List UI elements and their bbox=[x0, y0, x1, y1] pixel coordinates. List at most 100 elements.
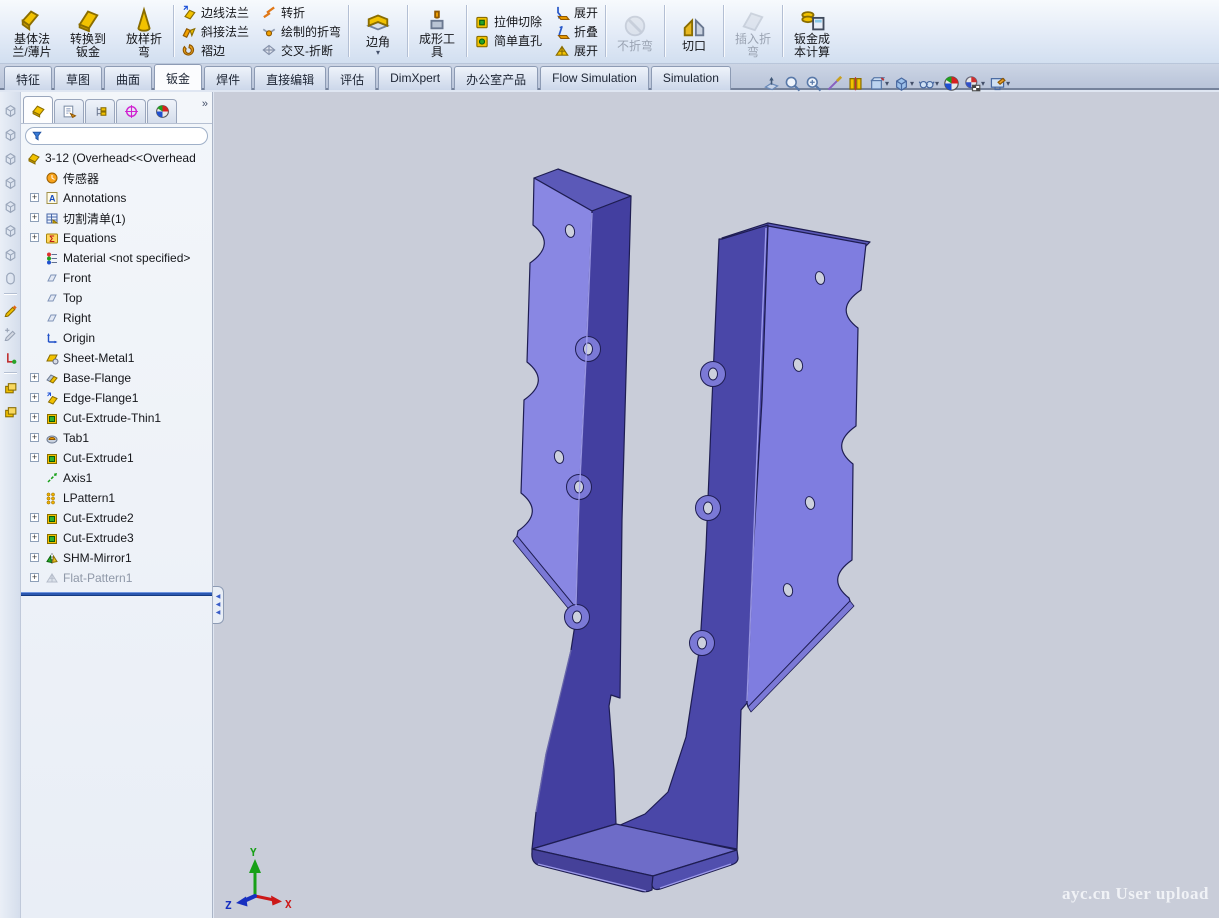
left-toolbar-button-14[interactable] bbox=[3, 400, 18, 424]
tab-sketch[interactable]: 草图 bbox=[54, 66, 102, 90]
left-toolbar-button-9[interactable] bbox=[3, 297, 18, 321]
tree-expand-icon[interactable]: + bbox=[30, 513, 39, 522]
tab-sheet-metal[interactable]: 钣金 bbox=[154, 64, 202, 90]
tree-expand-icon[interactable]: + bbox=[30, 393, 39, 402]
headsup-display-style-button[interactable]: ▾ bbox=[892, 74, 915, 93]
tree-item-top-plane[interactable]: Top bbox=[21, 288, 212, 308]
tree-item-cut-extrude3[interactable]: +Cut-Extrude3 bbox=[21, 528, 212, 548]
ribbon-button-convert-to-sheetmetal[interactable]: 转换到 钣金 bbox=[62, 3, 114, 59]
left-toolbar-button-6[interactable] bbox=[3, 242, 18, 266]
ribbon-button-forming-tool[interactable]: 成形工 具 bbox=[411, 3, 463, 59]
ribbon-button-cross-break[interactable]: 交叉-折断 bbox=[257, 41, 345, 60]
left-toolbar-button-2[interactable] bbox=[3, 146, 18, 170]
tree-item-root[interactable]: 3-12 (Overhead<<Overhead bbox=[21, 148, 212, 168]
tree-expand-icon[interactable]: + bbox=[30, 453, 39, 462]
panel-tab-displaymanager[interactable] bbox=[147, 99, 177, 123]
headsup-zoom-to-fit-button[interactable] bbox=[762, 74, 781, 93]
dropdown-arrow-icon[interactable]: ▾ bbox=[1006, 80, 1010, 87]
headsup-section-view-button[interactable] bbox=[846, 74, 865, 93]
dropdown-arrow-icon[interactable]: ▾ bbox=[981, 80, 985, 87]
tree-item-lpattern1[interactable]: LPattern1 bbox=[21, 488, 212, 508]
ribbon-button-no-bends[interactable]: 不折弯 bbox=[609, 10, 661, 53]
panel-more-button[interactable]: » bbox=[202, 98, 208, 110]
tree-item-origin[interactable]: Origin bbox=[21, 328, 212, 348]
left-toolbar-button-3[interactable] bbox=[3, 170, 18, 194]
ribbon-button-miter-flange[interactable]: 斜接法兰 bbox=[177, 22, 253, 41]
left-toolbar-button-5[interactable] bbox=[3, 218, 18, 242]
tab-simulation[interactable]: Simulation bbox=[651, 66, 731, 90]
headsup-view-settings-button[interactable]: ▾ bbox=[988, 74, 1011, 93]
tree-item-cut-extrude1[interactable]: +Cut-Extrude1 bbox=[21, 448, 212, 468]
tab-evaluate[interactable]: 评估 bbox=[328, 66, 376, 90]
panel-tab-featuremanager[interactable] bbox=[23, 96, 53, 123]
tree-expand-icon[interactable]: + bbox=[30, 413, 39, 422]
ribbon-button-fold[interactable]: 折叠 bbox=[550, 22, 602, 41]
headsup-previous-view-button[interactable] bbox=[804, 74, 823, 93]
dropdown-arrow-icon[interactable]: ▾ bbox=[376, 49, 380, 56]
tree-expand-icon[interactable]: + bbox=[30, 533, 39, 542]
tree-expand-icon[interactable]: + bbox=[30, 573, 39, 582]
tree-item-cut-list[interactable]: +切割清单(1) bbox=[21, 208, 212, 228]
tree-item-cut-extrude2[interactable]: +Cut-Extrude2 bbox=[21, 508, 212, 528]
ribbon-button-jog[interactable]: 转折 bbox=[257, 3, 345, 22]
left-toolbar-button-1[interactable] bbox=[3, 122, 18, 146]
tab-surfaces[interactable]: 曲面 bbox=[104, 66, 152, 90]
tree-item-sensors[interactable]: 传感器 bbox=[21, 168, 212, 188]
dropdown-arrow-icon[interactable]: ▾ bbox=[935, 80, 939, 87]
headsup-apply-scene-button[interactable]: ▾ bbox=[963, 74, 986, 93]
tree-item-tab1[interactable]: +Tab1 bbox=[21, 428, 212, 448]
tree-item-edge-flange1[interactable]: +Edge-Flange1 bbox=[21, 388, 212, 408]
tab-features[interactable]: 特征 bbox=[4, 66, 52, 90]
ribbon-button-rip[interactable]: 切口 bbox=[668, 10, 720, 53]
tab-flow-simulation[interactable]: Flow Simulation bbox=[540, 66, 649, 90]
ribbon-button-extruded-cut[interactable]: 拉伸切除 bbox=[470, 12, 546, 31]
tree-item-base-flange[interactable]: +Base-Flange bbox=[21, 368, 212, 388]
headsup-view-selector-button[interactable] bbox=[825, 74, 844, 93]
tree-item-shm-mirror1[interactable]: +SHM-Mirror1 bbox=[21, 548, 212, 568]
tree-expand-icon[interactable]: + bbox=[30, 193, 39, 202]
tab-office-products[interactable]: 办公室产品 bbox=[454, 66, 538, 90]
dropdown-arrow-icon[interactable]: ▾ bbox=[885, 80, 889, 87]
tree-expand-icon[interactable]: + bbox=[30, 233, 39, 242]
panel-tab-dimxpertmanager[interactable] bbox=[116, 99, 146, 123]
left-toolbar-button-0[interactable] bbox=[3, 98, 18, 122]
ribbon-button-corner[interactable]: 边角▾ bbox=[352, 6, 404, 56]
ribbon-button-base-flange[interactable]: 基体法 兰/薄片 bbox=[6, 3, 58, 59]
tree-item-equations[interactable]: +ΣEquations bbox=[21, 228, 212, 248]
ribbon-button-sheetmetal-costing[interactable]: 钣金成 本计算 bbox=[786, 3, 838, 59]
tree-item-front-plane[interactable]: Front bbox=[21, 268, 212, 288]
headsup-hide-show-items-button[interactable]: ▾ bbox=[917, 74, 940, 93]
tree-filter-input[interactable] bbox=[25, 127, 208, 145]
tree-expand-icon[interactable]: + bbox=[30, 433, 39, 442]
ribbon-button-insert-bends[interactable]: 插入折 弯 bbox=[727, 3, 779, 59]
ribbon-button-lofted-bend[interactable]: 放样折 弯 bbox=[118, 3, 170, 59]
tree-item-cut-extrude-thin1[interactable]: +Cut-Extrude-Thin1 bbox=[21, 408, 212, 428]
ribbon-button-sketched-bend[interactable]: 绘制的折弯 bbox=[257, 22, 345, 41]
tree-item-right-plane[interactable]: Right bbox=[21, 308, 212, 328]
tab-direct-editing[interactable]: 直接编辑 bbox=[254, 66, 326, 90]
ribbon-button-flatten[interactable]: 展开 bbox=[550, 41, 602, 60]
tree-item-sheet-metal1[interactable]: Sheet-Metal1 bbox=[21, 348, 212, 368]
tree-item-annotations[interactable]: +AAnnotations bbox=[21, 188, 212, 208]
tree-item-material[interactable]: Material <not specified> bbox=[21, 248, 212, 268]
left-toolbar-button-4[interactable] bbox=[3, 194, 18, 218]
ribbon-button-simple-hole[interactable]: 简单直孔 bbox=[470, 31, 546, 50]
headsup-edit-appearance-button[interactable] bbox=[942, 74, 961, 93]
tree-item-flat-pattern1[interactable]: +Flat-Pattern1 bbox=[21, 568, 212, 588]
viewport-3d[interactable]: Y X Z ayc.cn User upload bbox=[214, 92, 1219, 918]
ribbon-button-unfold[interactable]: 展开 bbox=[550, 3, 602, 22]
panel-tab-configurationmanager[interactable] bbox=[85, 99, 115, 123]
panel-tab-propertymanager[interactable] bbox=[54, 99, 84, 123]
panel-splitter-handle[interactable]: ◀ ◀ ◀ bbox=[213, 586, 224, 624]
left-toolbar-button-11[interactable] bbox=[3, 345, 18, 369]
headsup-zoom-to-area-button[interactable] bbox=[783, 74, 802, 93]
dropdown-arrow-icon[interactable]: ▾ bbox=[910, 80, 914, 87]
headsup-view-orientation-button[interactable]: ▾ bbox=[867, 74, 890, 93]
tab-dimxpert[interactable]: DimXpert bbox=[378, 66, 452, 90]
rollback-bar[interactable] bbox=[21, 592, 212, 596]
ribbon-button-hem[interactable]: 褶边 bbox=[177, 41, 253, 60]
ribbon-button-edge-flange[interactable]: 边线法兰 bbox=[177, 3, 253, 22]
tree-expand-icon[interactable]: + bbox=[30, 213, 39, 222]
tree-expand-icon[interactable]: + bbox=[30, 553, 39, 562]
left-toolbar-button-10[interactable] bbox=[3, 321, 18, 345]
